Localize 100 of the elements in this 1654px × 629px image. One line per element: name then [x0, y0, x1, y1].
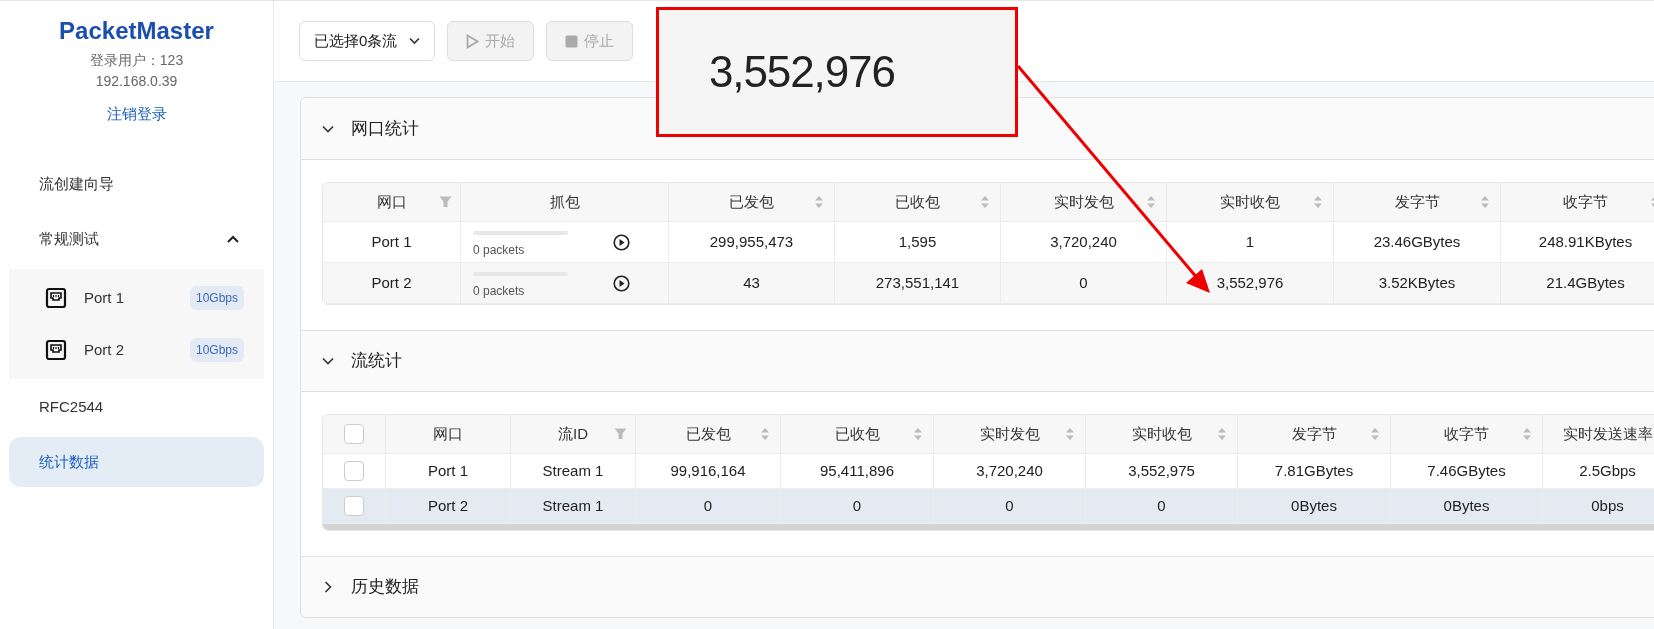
checkbox[interactable]	[344, 496, 364, 516]
table-cell: 43	[669, 263, 835, 303]
table-row[interactable]: Port 2 Stream 1 0 0 0 0 0Bytes 0Bytes 0bps	[323, 489, 1654, 524]
column-header[interactable]: 收字节	[1391, 415, 1543, 453]
table-cell: 0	[934, 489, 1086, 523]
sort-icon[interactable]	[1522, 427, 1532, 441]
table-cell: 0Bytes	[1238, 489, 1391, 523]
sidebar-subitem-label: Port 1	[84, 287, 126, 308]
sort-icon[interactable]	[1480, 195, 1490, 209]
table-cell: 0	[781, 489, 934, 523]
table-cell: 0	[636, 489, 781, 523]
table-cell: 23.46GBytes	[1334, 222, 1501, 262]
column-header[interactable]: 实时发送速率	[1543, 415, 1654, 453]
table-cell: 0Bytes	[1391, 489, 1543, 523]
table-cell: 3.52KBytes	[1334, 263, 1501, 303]
sort-icon[interactable]	[913, 427, 923, 441]
play-button-icon[interactable]	[613, 233, 630, 251]
column-header[interactable]: 发字节	[1238, 415, 1391, 453]
table-cell: 3,720,240	[1001, 222, 1167, 262]
sort-icon[interactable]	[1313, 195, 1323, 209]
sidebar-item[interactable]: RFC2544	[9, 382, 264, 432]
table-cell: 7.46GBytes	[1391, 454, 1543, 488]
table-cell: Port 2	[386, 489, 511, 523]
table-cell: 248.91KBytes	[1501, 222, 1654, 262]
sort-icon[interactable]	[980, 195, 990, 209]
ethernet-port-icon	[45, 287, 67, 309]
table-cell: 2.5Gbps	[1543, 454, 1654, 488]
table-cell: Port 1	[323, 222, 461, 262]
checkbox[interactable]	[344, 424, 364, 444]
section-header[interactable]: 网口统计	[301, 98, 1654, 159]
filter-icon[interactable]	[614, 428, 627, 440]
column-header[interactable]: 已收包	[835, 183, 1001, 221]
stream-select-label: 已选择0条流	[314, 30, 398, 51]
table-cell: 0	[1086, 489, 1238, 523]
sidebar-group-label[interactable]: 常规测试	[39, 227, 226, 251]
sort-icon[interactable]	[814, 195, 824, 209]
section-title: 历史数据	[351, 576, 419, 599]
sort-icon[interactable]	[1370, 427, 1380, 441]
column-header[interactable]: 实时收包	[1086, 415, 1238, 453]
speed-badge: 10Gbps	[189, 338, 244, 362]
column-header[interactable]: 实时发包	[1001, 183, 1167, 221]
callout-number: 3,552,976	[709, 46, 895, 98]
column-header[interactable]: 实时发包	[934, 415, 1086, 453]
column-header[interactable]: 已发包	[669, 183, 835, 221]
table-cell: 299,955,473	[669, 222, 835, 262]
table-cell: 0	[1001, 263, 1167, 303]
table-cell: 99,916,164	[636, 454, 781, 488]
column-header[interactable]: 发字节	[1334, 183, 1501, 221]
table-row[interactable]: Port 1 0 packets 299,955,473 1,595 3,720,240 1 23.46GBytes 248.91KBytes	[323, 222, 1654, 263]
table-row[interactable]: Port 2 0 packets 43 273,551,141 0 3,552,976 3.52KBytes 21.4GBytes	[323, 263, 1654, 304]
sidebar-subitem[interactable]: Port 1 10Gbps	[9, 272, 264, 324]
column-header[interactable]: 已收包	[781, 415, 934, 453]
speed-badge: 10Gbps	[189, 286, 244, 310]
column-header[interactable]: 网口	[323, 183, 461, 221]
table-row[interactable]: Port 1 Stream 1 99,916,164 95,411,896 3,720,240 3,552,975 7.81GBytes 7.46GBytes 2.5Gbps	[323, 454, 1654, 489]
ethernet-port-icon	[45, 339, 67, 361]
packet-count: 0 packets	[473, 283, 526, 300]
column-header[interactable]: 实时收包	[1167, 183, 1334, 221]
column-header[interactable]: 已发包	[636, 415, 781, 453]
sidebar-item[interactable]: 流创建向导	[9, 159, 264, 209]
table-cell: 1	[1167, 222, 1334, 262]
table-cell: 7.81GBytes	[1238, 454, 1391, 488]
section-header[interactable]: 历史数据	[301, 556, 1654, 617]
stream-select[interactable]: 已选择0条流	[299, 21, 436, 61]
sidebar-subitem-label: Port 2	[84, 339, 126, 360]
filter-icon[interactable]	[439, 196, 452, 208]
table-cell: 0bps	[1543, 489, 1654, 523]
table-cell: Stream 1	[511, 454, 636, 488]
play-button-icon[interactable]	[613, 274, 630, 292]
ip-address: 192.168.0.39	[95, 72, 178, 91]
column-header[interactable]: 抓包	[461, 183, 669, 221]
section-title: 流统计	[351, 350, 402, 373]
sort-icon[interactable]	[1146, 195, 1156, 209]
table-cell: 273,551,141	[835, 263, 1001, 303]
stop-icon	[565, 34, 579, 48]
table-cell: 1,595	[835, 222, 1001, 262]
play-icon	[466, 33, 480, 49]
table-cell: 95,411,896	[781, 454, 934, 488]
table-cell: 21.4GBytes	[1501, 263, 1654, 303]
table-cell: 3,720,240	[934, 454, 1086, 488]
sidebar-item[interactable]: 统计数据	[9, 437, 264, 487]
sort-icon[interactable]	[760, 427, 770, 441]
sort-icon[interactable]	[1065, 427, 1075, 441]
column-header[interactable]: 流ID	[511, 415, 636, 453]
sidebar-subitem[interactable]: Port 2 10Gbps	[9, 324, 264, 376]
table-cell: Port 1	[386, 454, 511, 488]
section-title: 网口统计	[351, 117, 419, 140]
column-header[interactable]: 收字节	[1501, 183, 1654, 221]
table-cell: 3,552,975	[1086, 454, 1238, 488]
chevron-down-icon	[409, 37, 421, 45]
packet-count: 0 packets	[473, 242, 526, 259]
horizontal-scrollbar[interactable]	[323, 524, 1654, 530]
column-header[interactable]: 网口	[386, 415, 511, 453]
table-cell: Port 2	[323, 263, 461, 303]
app-title: PacketMaster	[59, 16, 214, 46]
logout-link[interactable]: 注销登录	[106, 103, 167, 125]
table-cell: Stream 1	[511, 489, 636, 523]
user-label: 登录用户：123	[89, 51, 184, 70]
sort-icon[interactable]	[1217, 427, 1227, 441]
checkbox[interactable]	[344, 461, 364, 481]
